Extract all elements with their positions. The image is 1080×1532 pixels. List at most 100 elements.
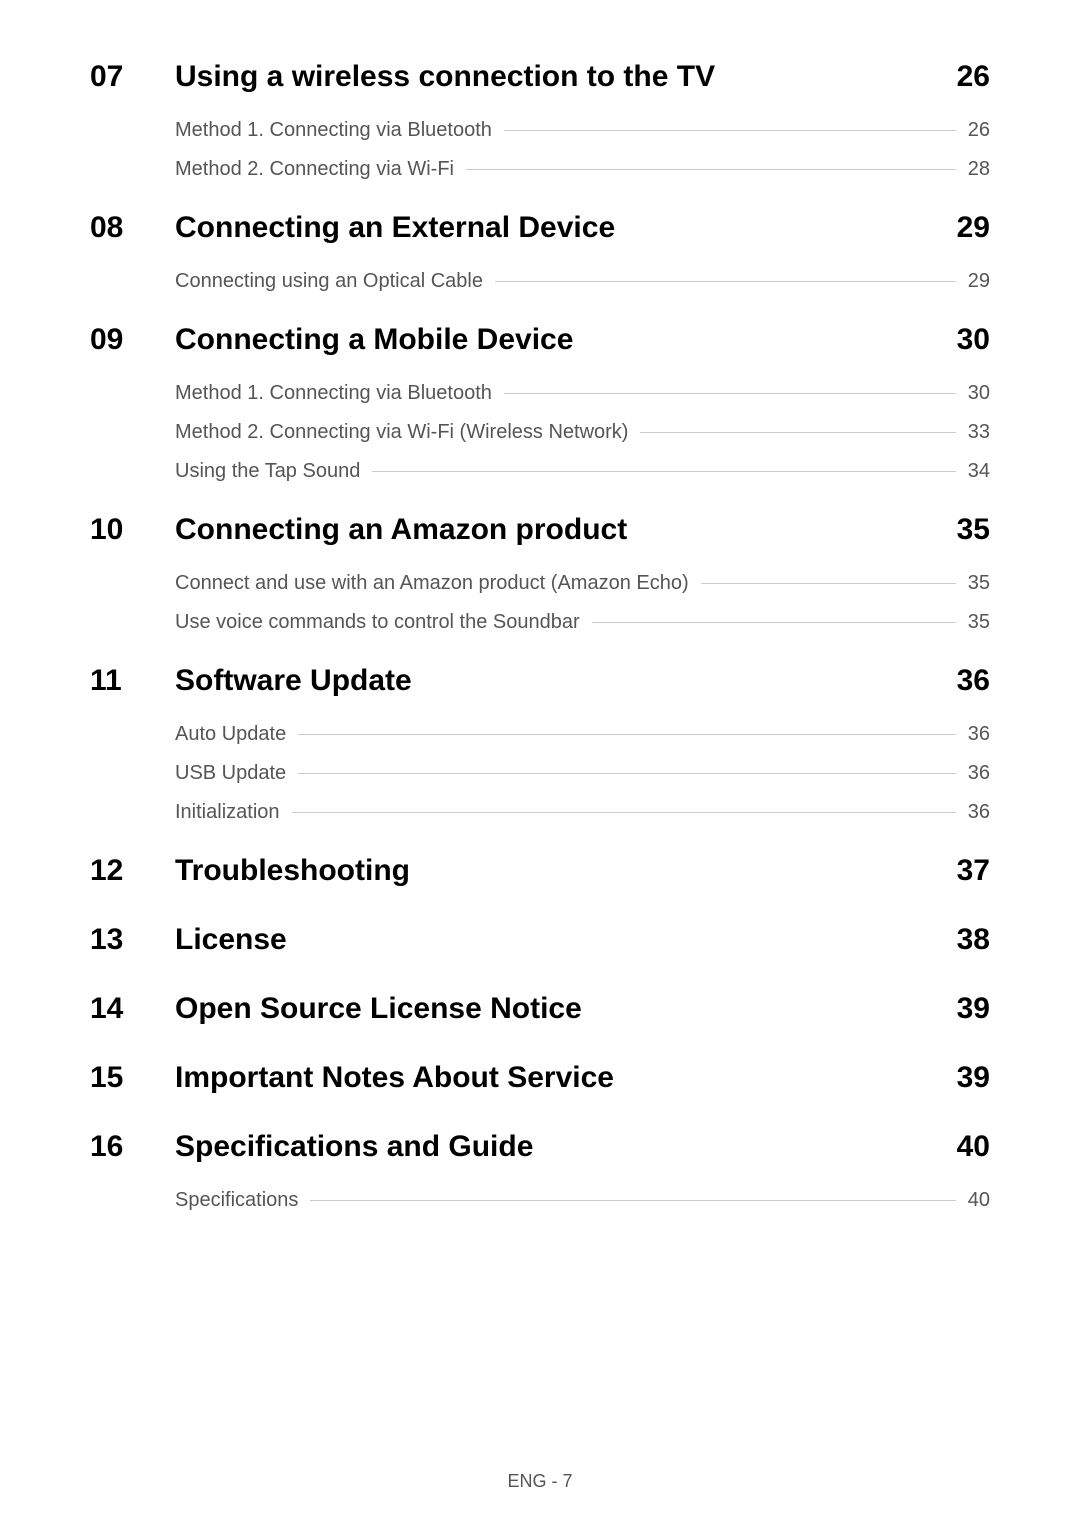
toc-sub-item[interactable]: Method 2. Connecting via Wi-Fi (Wireless… bbox=[175, 421, 990, 444]
section-number: 08 bbox=[90, 211, 175, 245]
sub-item-title: Method 2. Connecting via Wi-Fi (Wireless… bbox=[175, 421, 628, 444]
toc-sub-item[interactable]: Method 1. Connecting via Bluetooth 26 bbox=[175, 119, 990, 142]
section-title: License bbox=[175, 923, 937, 957]
toc-sub-item[interactable]: Use voice commands to control the Soundb… bbox=[175, 611, 990, 634]
section-title: Troubleshooting bbox=[175, 854, 937, 888]
toc-sub-item[interactable]: Method 2. Connecting via Wi-Fi 28 bbox=[175, 158, 990, 181]
section-page: 29 bbox=[957, 211, 990, 245]
sub-item-title: Method 1. Connecting via Bluetooth bbox=[175, 119, 492, 142]
sub-item-title: Connect and use with an Amazon product (… bbox=[175, 572, 689, 595]
section-page: 26 bbox=[957, 60, 990, 94]
section-page: 38 bbox=[957, 923, 990, 957]
leader-line bbox=[298, 734, 956, 735]
leader-line bbox=[504, 130, 956, 131]
section-page: 39 bbox=[957, 992, 990, 1026]
toc-section: 14Open Source License Notice 39 bbox=[90, 992, 990, 1026]
toc-section: 10Connecting an Amazon product 35 Connect … bbox=[90, 513, 990, 634]
sub-item-title: Using the Tap Sound bbox=[175, 460, 360, 483]
sub-item-page: 30 bbox=[968, 382, 990, 405]
sub-item-title: Method 1. Connecting via Bluetooth bbox=[175, 382, 492, 405]
table-of-contents: 07Using a wireless connection to the TV 2… bbox=[90, 60, 990, 1212]
section-title: Connecting an External Device bbox=[175, 211, 937, 245]
section-page: 35 bbox=[957, 513, 990, 547]
section-title: Connecting an Amazon product bbox=[175, 513, 937, 547]
leader-line bbox=[292, 812, 956, 813]
section-number: 14 bbox=[90, 992, 175, 1026]
toc-section-header[interactable]: 09Connecting a Mobile Device 30 bbox=[90, 323, 990, 357]
sub-item-title: Specifications bbox=[175, 1189, 298, 1212]
leader-line bbox=[298, 773, 956, 774]
leader-line bbox=[592, 622, 956, 623]
toc-section-header[interactable]: 14Open Source License Notice 39 bbox=[90, 992, 990, 1026]
sub-item-title: Method 2. Connecting via Wi-Fi bbox=[175, 158, 454, 181]
section-title: Specifications and Guide bbox=[175, 1130, 937, 1164]
section-title: Important Notes About Service bbox=[175, 1061, 937, 1095]
leader-line bbox=[640, 432, 955, 433]
toc-section: 15Important Notes About Service 39 bbox=[90, 1061, 990, 1095]
toc-section-header[interactable]: 15Important Notes About Service 39 bbox=[90, 1061, 990, 1095]
section-number: 07 bbox=[90, 60, 175, 94]
toc-section-header[interactable]: 11Software Update 36 bbox=[90, 664, 990, 698]
sub-item-page: 36 bbox=[968, 801, 990, 824]
toc-section: 16Specifications and Guide40Specificatio… bbox=[90, 1130, 990, 1212]
section-page: 36 bbox=[957, 664, 990, 698]
sub-item-page: 35 bbox=[968, 572, 990, 595]
sub-item-page: 35 bbox=[968, 611, 990, 634]
toc-section: 13License 38 bbox=[90, 923, 990, 957]
section-number: 15 bbox=[90, 1061, 175, 1095]
section-number: 10 bbox=[90, 513, 175, 547]
sub-item-title: Connecting using an Optical Cable bbox=[175, 270, 483, 293]
toc-sub-item[interactable]: Initialization 36 bbox=[175, 801, 990, 824]
toc-sub-item[interactable]: Specifications 40 bbox=[175, 1189, 990, 1212]
section-number: 09 bbox=[90, 323, 175, 357]
toc-sub-item[interactable]: Method 1. Connecting via Bluetooth 30 bbox=[175, 382, 990, 405]
section-page: 39 bbox=[957, 1061, 990, 1095]
toc-section: 09Connecting a Mobile Device30Method 1. … bbox=[90, 323, 990, 483]
section-title: Connecting a Mobile Device bbox=[175, 323, 937, 357]
toc-sub-item[interactable]: Connect and use with an Amazon product (… bbox=[175, 572, 990, 595]
leader-line bbox=[701, 583, 956, 584]
toc-sub-item[interactable]: USB Update 36 bbox=[175, 762, 990, 785]
leader-line bbox=[495, 281, 956, 282]
toc-section-header[interactable]: 08Connecting an External Device 29 bbox=[90, 211, 990, 245]
leader-line bbox=[466, 169, 956, 170]
sub-item-page: 36 bbox=[968, 723, 990, 746]
leader-line bbox=[372, 471, 955, 472]
section-number: 16 bbox=[90, 1130, 175, 1164]
toc-sub-item[interactable]: Auto Update 36 bbox=[175, 723, 990, 746]
sub-item-page: 33 bbox=[968, 421, 990, 444]
sub-item-page: 36 bbox=[968, 762, 990, 785]
section-page: 40 bbox=[957, 1130, 990, 1164]
section-number: 12 bbox=[90, 854, 175, 888]
section-number: 13 bbox=[90, 923, 175, 957]
sub-item-title: Auto Update bbox=[175, 723, 286, 746]
sub-item-title: Use voice commands to control the Soundb… bbox=[175, 611, 580, 634]
leader-line bbox=[310, 1200, 955, 1201]
toc-section: 12Troubleshooting 37 bbox=[90, 854, 990, 888]
toc-section-header[interactable]: 07Using a wireless connection to the TV 2… bbox=[90, 60, 990, 94]
sub-item-page: 29 bbox=[968, 270, 990, 293]
section-number: 11 bbox=[90, 664, 175, 698]
toc-sub-item[interactable]: Using the Tap Sound 34 bbox=[175, 460, 990, 483]
sub-item-page: 26 bbox=[968, 119, 990, 142]
toc-sub-item[interactable]: Connecting using an Optical Cable 29 bbox=[175, 270, 990, 293]
toc-section: 08Connecting an External Device29Connect… bbox=[90, 211, 990, 293]
section-title: Open Source License Notice bbox=[175, 992, 937, 1026]
leader-line bbox=[504, 393, 956, 394]
sub-item-title: USB Update bbox=[175, 762, 286, 785]
sub-item-page: 34 bbox=[968, 460, 990, 483]
toc-section-header[interactable]: 16Specifications and Guide 40 bbox=[90, 1130, 990, 1164]
page-footer: ENG - 7 bbox=[0, 1471, 1080, 1492]
sub-item-page: 28 bbox=[968, 158, 990, 181]
section-page: 30 bbox=[957, 323, 990, 357]
toc-section: 11Software Update36Auto Update36USB Upda… bbox=[90, 664, 990, 824]
sub-item-page: 40 bbox=[968, 1189, 990, 1212]
sub-item-title: Initialization bbox=[175, 801, 280, 824]
toc-section-header[interactable]: 10Connecting an Amazon product 35 bbox=[90, 513, 990, 547]
section-page: 37 bbox=[957, 854, 990, 888]
section-title: Software Update bbox=[175, 664, 937, 698]
section-title: Using a wireless connection to the TV bbox=[175, 60, 937, 94]
toc-section: 07Using a wireless connection to the TV 2… bbox=[90, 60, 990, 181]
toc-section-header[interactable]: 12Troubleshooting 37 bbox=[90, 854, 990, 888]
toc-section-header[interactable]: 13License 38 bbox=[90, 923, 990, 957]
